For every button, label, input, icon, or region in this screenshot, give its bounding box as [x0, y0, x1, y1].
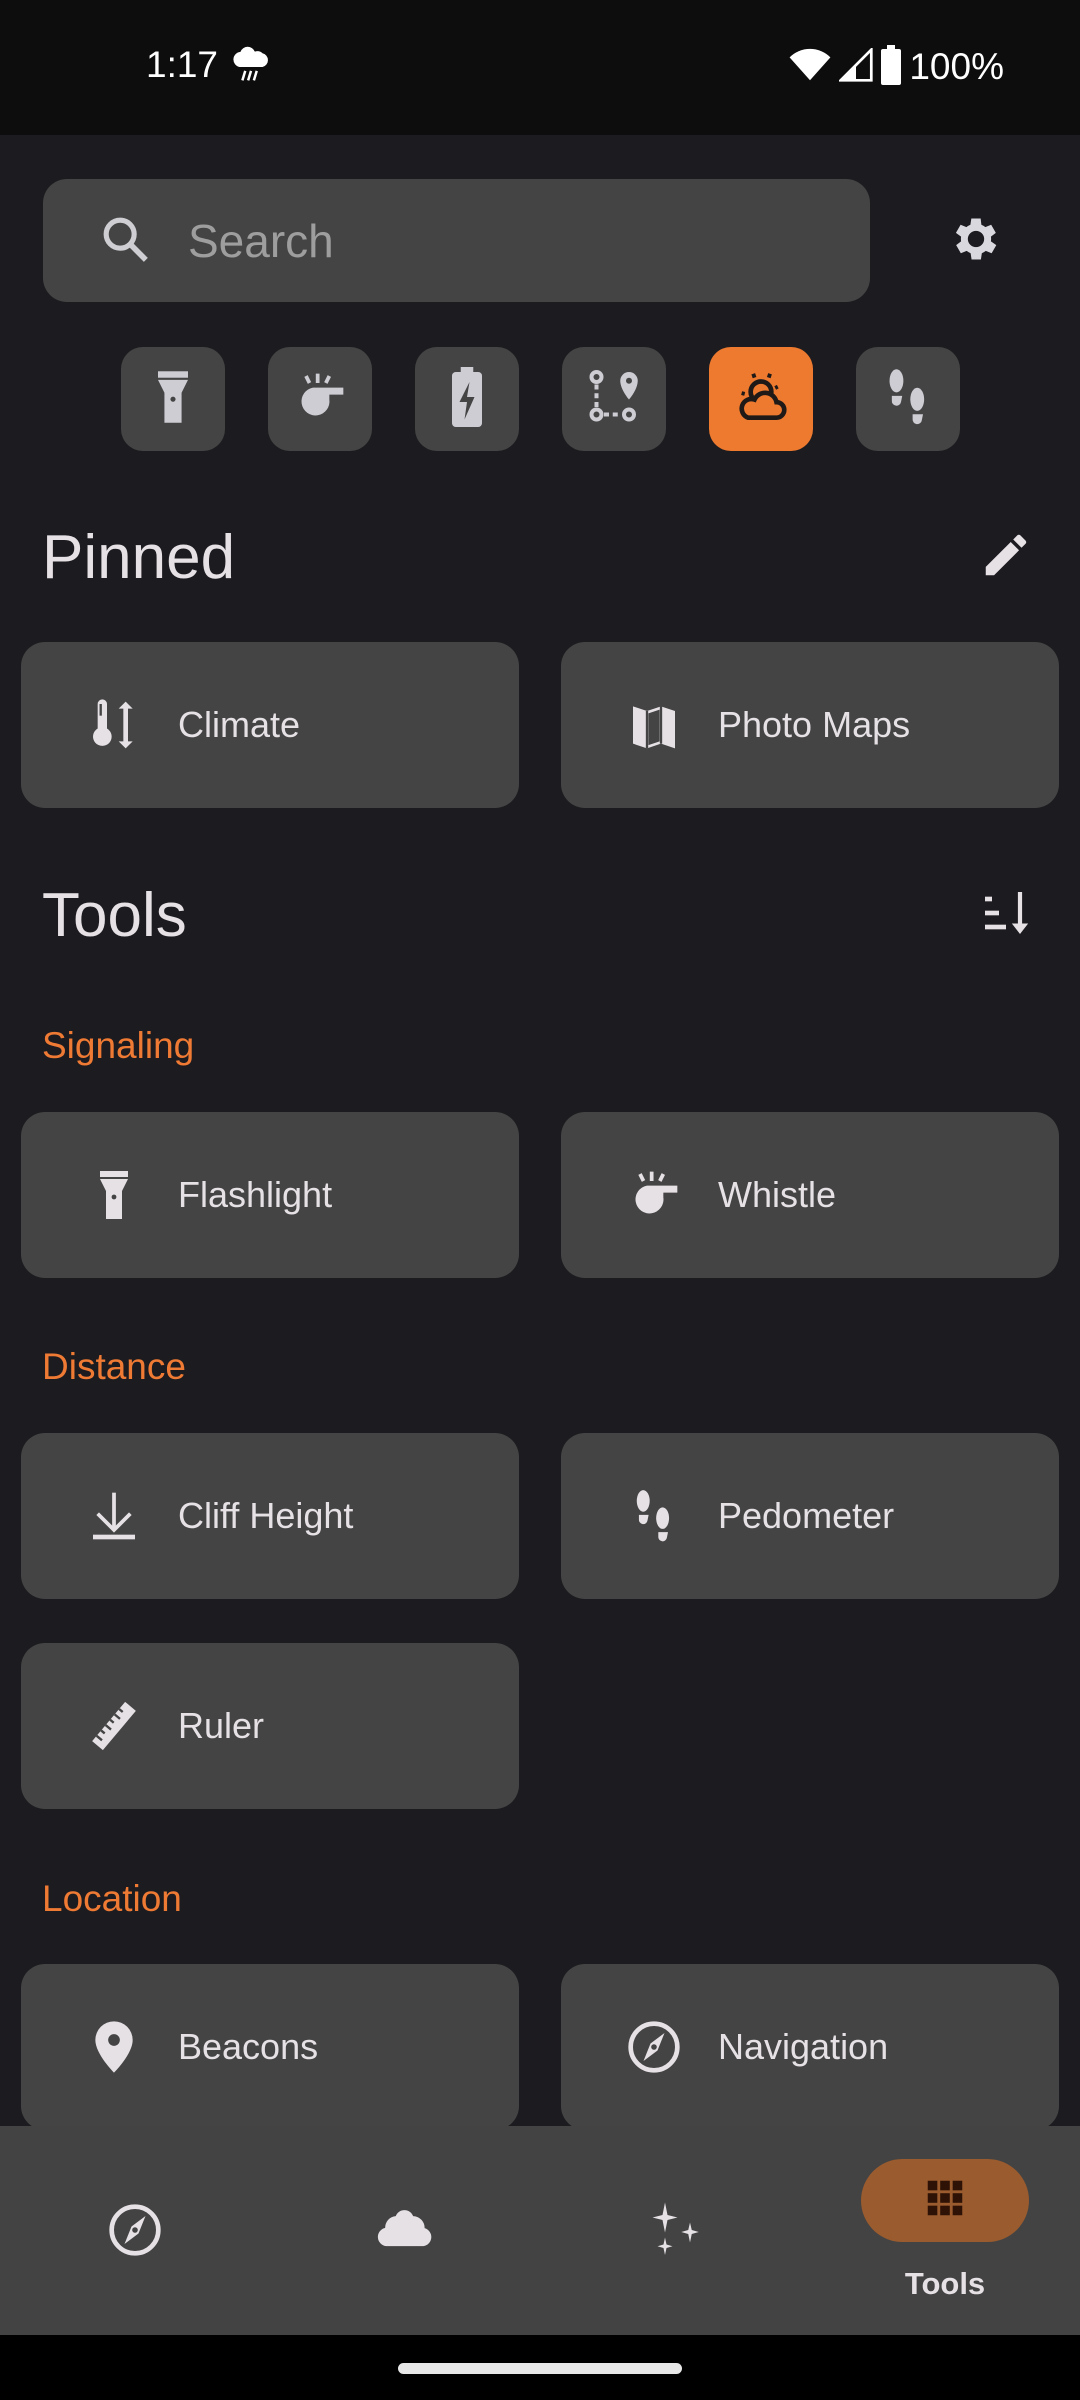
quick-action-weather[interactable]	[709, 347, 813, 451]
nav-active-indicator	[861, 2159, 1029, 2242]
compass-icon	[624, 2017, 684, 2077]
ruler-icon	[84, 1696, 144, 1756]
tool-beacons[interactable]: Beacons	[21, 1964, 519, 2130]
flashlight-icon	[84, 1165, 144, 1225]
cell-signal-icon	[837, 45, 874, 87]
quick-action-battery[interactable]	[415, 347, 519, 451]
grid-icon	[922, 2175, 968, 2226]
route-icon	[584, 367, 644, 432]
tool-label: Whistle	[718, 1174, 837, 1215]
footsteps-icon	[624, 1486, 684, 1546]
gear-icon	[948, 211, 1004, 272]
tool-label: Cliff Height	[178, 1495, 354, 1536]
status-time: 1:17	[146, 44, 219, 85]
edit-pinned-button[interactable]	[970, 521, 1042, 593]
whistle-icon	[624, 1165, 684, 1225]
tool-navigation[interactable]: Navigation	[561, 1964, 1059, 2130]
home-gesture-handle[interactable]	[398, 2363, 682, 2374]
compass-icon	[105, 2200, 165, 2260]
battery-charging-icon	[447, 366, 487, 432]
thermometer-icon	[84, 695, 144, 755]
nav-tab-weather[interactable]	[270, 2126, 540, 2335]
category-location: Location	[42, 1878, 182, 1919]
search-input[interactable]	[188, 179, 848, 302]
cloud-icon	[375, 2200, 435, 2260]
quick-actions	[121, 347, 960, 451]
tool-label: Ruler	[178, 1705, 265, 1746]
sparkles-icon	[645, 2200, 705, 2260]
nav-tab-navigation[interactable]	[0, 2126, 270, 2335]
category-signaling: Signaling	[42, 1025, 195, 1066]
download-arrow-icon	[84, 1486, 144, 1546]
status-indicators: 100%	[789, 44, 1004, 90]
pinned-tool-photo-maps[interactable]: Photo Maps	[561, 642, 1059, 808]
tool-pedometer[interactable]: Pedometer	[561, 1433, 1059, 1599]
tool-ruler[interactable]: Ruler	[21, 1643, 519, 1809]
pinned-tool-label: Photo Maps	[718, 704, 911, 745]
category-distance: Distance	[42, 1346, 186, 1387]
flashlight-icon	[147, 367, 199, 432]
tool-cliff-height[interactable]: Cliff Height	[21, 1433, 519, 1599]
search-icon	[98, 212, 154, 268]
tools-title: Tools	[42, 881, 187, 950]
rain-cloud-icon	[228, 44, 274, 90]
footsteps-icon	[880, 367, 936, 432]
pencil-icon	[979, 528, 1033, 587]
whistle-icon	[292, 369, 348, 430]
quick-action-pedometer[interactable]	[856, 347, 960, 451]
nav-tab-astronomy[interactable]	[540, 2126, 810, 2335]
battery-percent: 100%	[909, 46, 1004, 87]
battery-full-icon	[881, 44, 902, 90]
tool-whistle[interactable]: Whistle	[561, 1112, 1059, 1278]
nav-tab-tools[interactable]: Tools	[810, 2126, 1080, 2335]
quick-action-whistle[interactable]	[268, 347, 372, 451]
tool-label: Beacons	[178, 2026, 319, 2067]
quick-action-flashlight[interactable]	[121, 347, 225, 451]
location-pin-icon	[84, 2017, 144, 2077]
map-icon	[624, 695, 684, 755]
tool-label: Flashlight	[178, 1174, 333, 1215]
pinned-title: Pinned	[42, 523, 236, 592]
settings-button[interactable]	[940, 205, 1012, 277]
wifi-icon	[789, 48, 831, 87]
quick-action-backtrack[interactable]	[562, 347, 666, 451]
sort-tools-button[interactable]	[970, 879, 1042, 951]
sort-icon	[978, 885, 1034, 946]
bottom-navigation: Tools	[0, 2126, 1080, 2335]
nav-tab-label: Tools	[904, 2266, 986, 2301]
tool-label: Navigation	[718, 2026, 889, 2067]
partly-cloudy-icon	[730, 366, 792, 433]
pinned-tool-label: Climate	[178, 704, 301, 745]
tool-label: Pedometer	[718, 1495, 895, 1536]
pinned-tool-climate[interactable]: Climate	[21, 642, 519, 808]
tool-flashlight[interactable]: Flashlight	[21, 1112, 519, 1278]
